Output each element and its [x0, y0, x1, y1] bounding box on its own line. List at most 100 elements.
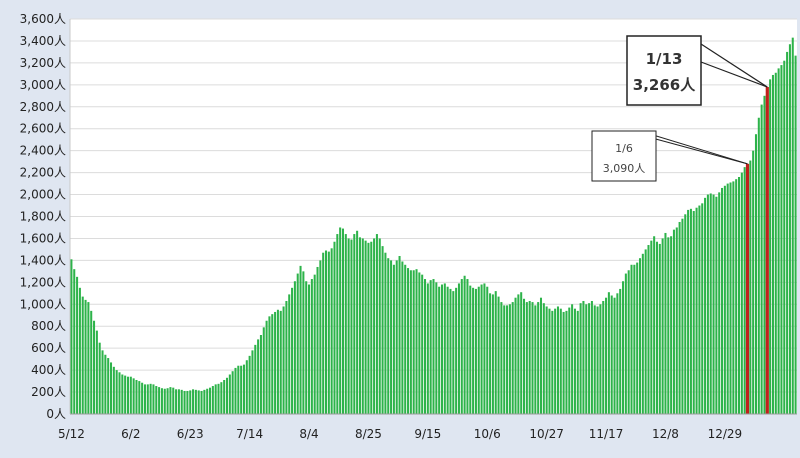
bar	[186, 390, 189, 414]
bar	[613, 297, 616, 414]
bar	[95, 330, 98, 414]
bar	[262, 327, 265, 414]
bar	[500, 302, 503, 414]
bar	[718, 192, 721, 414]
bar	[392, 264, 395, 414]
bar	[689, 208, 692, 414]
bar	[126, 376, 130, 414]
bar	[757, 117, 760, 414]
bar	[517, 294, 520, 414]
bar	[265, 320, 268, 414]
bar	[412, 270, 415, 414]
bar	[251, 350, 254, 414]
bar	[472, 287, 475, 414]
bar	[429, 280, 432, 414]
bar	[316, 266, 319, 414]
bar	[398, 256, 401, 414]
bar	[726, 183, 729, 414]
bar	[180, 389, 183, 414]
bar	[599, 304, 602, 414]
y-tick-label: 1,800人	[20, 210, 66, 224]
bar	[480, 284, 483, 414]
bar	[610, 295, 613, 414]
bar	[774, 72, 777, 414]
bar	[523, 298, 526, 414]
bar	[245, 360, 248, 414]
bar	[319, 260, 322, 414]
y-tick-label: 3,200人	[20, 56, 66, 70]
bar	[791, 37, 794, 415]
bar	[282, 306, 285, 414]
bar	[324, 250, 328, 414]
bar	[525, 302, 528, 414]
bar	[384, 252, 387, 414]
x-tick-label: 8/4	[299, 427, 318, 441]
bar	[333, 241, 336, 414]
bar	[455, 287, 458, 414]
bar	[254, 344, 257, 414]
bar	[104, 354, 107, 414]
bar	[777, 68, 780, 414]
bar	[576, 310, 579, 414]
bar	[508, 304, 511, 414]
bar	[474, 288, 477, 414]
bar	[712, 194, 715, 414]
bar	[81, 296, 84, 414]
y-tick-label: 1,200人	[20, 275, 66, 289]
bar	[259, 335, 262, 414]
bar	[729, 182, 732, 414]
bar	[769, 79, 772, 414]
bar	[432, 279, 435, 414]
bar	[347, 238, 350, 414]
bar	[279, 310, 282, 414]
bar	[672, 229, 675, 414]
bar	[593, 305, 596, 414]
bar	[534, 305, 537, 414]
bar	[743, 167, 746, 414]
x-tick-label: 9/15	[414, 427, 441, 441]
bar	[701, 203, 704, 414]
highlight-bar	[765, 87, 769, 415]
bar	[401, 261, 404, 414]
bar	[268, 316, 271, 414]
bar	[322, 252, 325, 414]
x-tick-label: 7/14	[236, 427, 263, 441]
bar	[327, 251, 330, 414]
bar	[520, 292, 523, 414]
bar	[257, 339, 260, 414]
bar	[112, 366, 115, 414]
bar	[296, 273, 299, 414]
bar	[152, 384, 155, 414]
bar	[194, 389, 197, 414]
x-tick-label: 5/12	[58, 427, 85, 441]
bar	[579, 303, 582, 414]
bar	[664, 232, 667, 414]
bar	[514, 297, 517, 414]
bar	[670, 236, 673, 414]
bar	[271, 314, 274, 414]
bar	[661, 238, 664, 414]
bar	[658, 243, 661, 414]
callout-main-box	[626, 35, 702, 106]
bar	[141, 382, 144, 414]
bar	[732, 181, 735, 414]
bar	[760, 104, 763, 414]
bar	[568, 307, 571, 414]
bar	[452, 291, 455, 414]
bar	[681, 218, 684, 414]
bar	[214, 384, 217, 414]
bar	[146, 384, 149, 414]
bar	[310, 279, 313, 414]
bar	[143, 384, 146, 414]
bar	[240, 365, 243, 414]
bar	[293, 281, 296, 414]
bar	[163, 388, 166, 414]
bar	[175, 389, 178, 414]
bar	[537, 302, 540, 414]
bar	[121, 374, 124, 414]
bar	[358, 237, 361, 414]
y-tick-label: 600人	[31, 341, 66, 355]
y-tick-label: 3,400人	[20, 34, 66, 48]
bar	[788, 44, 791, 414]
bar	[641, 253, 644, 414]
